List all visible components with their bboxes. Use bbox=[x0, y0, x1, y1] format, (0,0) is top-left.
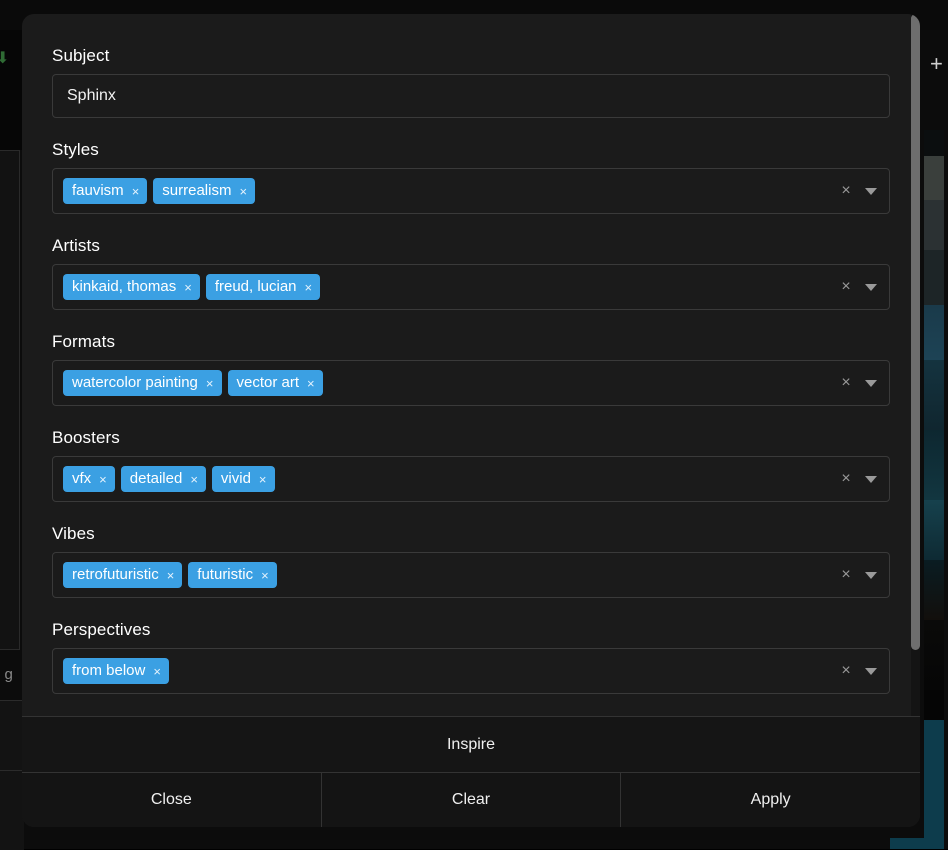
chip-remove-icon[interactable]: × bbox=[153, 665, 161, 678]
chip[interactable]: from below × bbox=[63, 658, 169, 684]
chip-label: retrofuturistic bbox=[72, 566, 159, 583]
field-label-boosters: Boosters bbox=[52, 428, 120, 447]
chevron-down-icon[interactable] bbox=[865, 667, 877, 675]
background-card bbox=[0, 150, 20, 650]
field-label-perspectives: Perspectives bbox=[52, 620, 151, 639]
field-artists: Artists kinkaid, thomas × freud, lucian × … bbox=[52, 236, 890, 310]
chip[interactable]: futuristic × bbox=[188, 562, 277, 588]
chip-label: futuristic bbox=[197, 566, 254, 583]
vibes-chip-field[interactable]: retrofuturistic × futuristic × × bbox=[52, 552, 890, 598]
background-caption: n g bbox=[0, 666, 13, 683]
apply-button[interactable]: Apply bbox=[620, 773, 920, 827]
clear-field-icon[interactable]: × bbox=[839, 183, 853, 199]
clear-field-icon[interactable]: × bbox=[839, 375, 853, 391]
modal-scroll-area: Subject Styles fauvism × surrealism × × bbox=[22, 14, 920, 716]
chip-remove-icon[interactable]: × bbox=[167, 569, 175, 582]
field-label-subject: Subject bbox=[52, 46, 110, 65]
chevron-down-icon[interactable] bbox=[865, 283, 877, 291]
formats-chip-list: watercolor painting × vector art × bbox=[63, 370, 829, 396]
chip[interactable]: watercolor painting × bbox=[63, 370, 222, 396]
chip-remove-icon[interactable]: × bbox=[305, 281, 313, 294]
chip[interactable]: surrealism × bbox=[153, 178, 256, 204]
field-list: Subject Styles fauvism × surrealism × × bbox=[22, 14, 920, 694]
artists-field-actions: × bbox=[829, 279, 881, 295]
formats-chip-field[interactable]: watercolor painting × vector art × × bbox=[52, 360, 890, 406]
chip-label: surrealism bbox=[162, 182, 232, 199]
chip-label: vector art bbox=[236, 374, 300, 391]
chip[interactable]: fauvism × bbox=[63, 178, 148, 204]
modal-footer: Inspire Close Clear Apply bbox=[22, 716, 920, 827]
chip[interactable]: vfx × bbox=[63, 466, 115, 492]
clear-field-icon[interactable]: × bbox=[839, 663, 853, 679]
chip-remove-icon[interactable]: × bbox=[259, 473, 267, 486]
field-perspectives: Perspectives from below × × bbox=[52, 620, 890, 694]
boosters-chip-list: vfx × detailed × vivid × bbox=[63, 466, 829, 492]
clear-button[interactable]: Clear bbox=[320, 773, 621, 827]
boosters-field-actions: × bbox=[829, 471, 881, 487]
modal-scrollbar-thumb[interactable] bbox=[911, 14, 920, 650]
styles-field-actions: × bbox=[829, 183, 881, 199]
background-accent-band-bottom bbox=[890, 838, 948, 849]
field-label-vibes: Vibes bbox=[52, 524, 95, 543]
chip[interactable]: vector art × bbox=[227, 370, 323, 396]
background-left-panel bbox=[0, 30, 22, 150]
boosters-chip-field[interactable]: vfx × detailed × vivid × × bbox=[52, 456, 890, 502]
download-icon: ⬇ bbox=[0, 50, 10, 67]
chip-remove-icon[interactable]: × bbox=[307, 377, 315, 390]
chevron-down-icon[interactable] bbox=[865, 475, 877, 483]
chip-remove-icon[interactable]: × bbox=[206, 377, 214, 390]
field-label-styles: Styles bbox=[52, 140, 99, 159]
perspectives-chip-list: from below × bbox=[63, 658, 829, 684]
styles-chip-list: fauvism × surrealism × bbox=[63, 178, 829, 204]
prompt-builder-modal: Subject Styles fauvism × surrealism × × bbox=[22, 14, 920, 827]
clear-field-icon[interactable]: × bbox=[839, 567, 853, 583]
perspectives-chip-field[interactable]: from below × × bbox=[52, 648, 890, 694]
field-label-formats: Formats bbox=[52, 332, 116, 351]
chip-remove-icon[interactable]: × bbox=[184, 281, 192, 294]
close-button[interactable]: Close bbox=[22, 773, 321, 827]
modal-scrollbar-track[interactable] bbox=[911, 14, 920, 716]
chip-label: vfx bbox=[72, 470, 92, 487]
field-label-artists: Artists bbox=[52, 236, 100, 255]
field-formats: Formats watercolor painting × vector art ×… bbox=[52, 332, 890, 406]
chevron-down-icon[interactable] bbox=[865, 571, 877, 579]
chip-remove-icon[interactable]: × bbox=[99, 473, 107, 486]
chip-remove-icon[interactable]: × bbox=[239, 185, 247, 198]
chevron-down-icon[interactable] bbox=[865, 379, 877, 387]
chip-remove-icon[interactable]: × bbox=[261, 569, 269, 582]
vibes-chip-list: retrofuturistic × futuristic × bbox=[63, 562, 829, 588]
chevron-down-icon[interactable] bbox=[865, 187, 877, 195]
chip-remove-icon[interactable]: × bbox=[190, 473, 198, 486]
subject-input[interactable] bbox=[52, 74, 890, 118]
chip-label: detailed bbox=[129, 470, 183, 487]
background-right-edge bbox=[944, 30, 948, 849]
chip-label: freud, lucian bbox=[214, 278, 297, 295]
field-boosters: Boosters vfx × detailed × vivid × × bbox=[52, 428, 890, 502]
chip-label: kinkaid, thomas bbox=[72, 278, 177, 295]
background-bottom-row-secondary bbox=[0, 770, 24, 850]
chip[interactable]: kinkaid, thomas × bbox=[63, 274, 200, 300]
chip-remove-icon[interactable]: × bbox=[132, 185, 140, 198]
field-vibes: Vibes retrofuturistic × futuristic × × bbox=[52, 524, 890, 598]
perspectives-field-actions: × bbox=[829, 663, 881, 679]
clear-field-icon[interactable]: × bbox=[839, 279, 853, 295]
artists-chip-list: kinkaid, thomas × freud, lucian × bbox=[63, 274, 829, 300]
chip-label: from below bbox=[72, 662, 146, 679]
chip[interactable]: detailed × bbox=[120, 466, 206, 492]
styles-chip-field[interactable]: fauvism × surrealism × × bbox=[52, 168, 890, 214]
artists-chip-field[interactable]: kinkaid, thomas × freud, lucian × × bbox=[52, 264, 890, 310]
chip-label: fauvism bbox=[72, 182, 124, 199]
inspire-button[interactable]: Inspire bbox=[22, 717, 920, 773]
footer-button-row: Close Clear Apply bbox=[22, 773, 920, 827]
field-styles: Styles fauvism × surrealism × × bbox=[52, 140, 890, 214]
clear-field-icon[interactable]: × bbox=[839, 471, 853, 487]
chip[interactable]: freud, lucian × bbox=[205, 274, 321, 300]
chip[interactable]: retrofuturistic × bbox=[63, 562, 183, 588]
vibes-field-actions: × bbox=[829, 567, 881, 583]
field-subject: Subject bbox=[52, 46, 890, 118]
chip-label: watercolor painting bbox=[72, 374, 198, 391]
chip[interactable]: vivid × bbox=[211, 466, 275, 492]
formats-field-actions: × bbox=[829, 375, 881, 391]
chip-label: vivid bbox=[220, 470, 251, 487]
